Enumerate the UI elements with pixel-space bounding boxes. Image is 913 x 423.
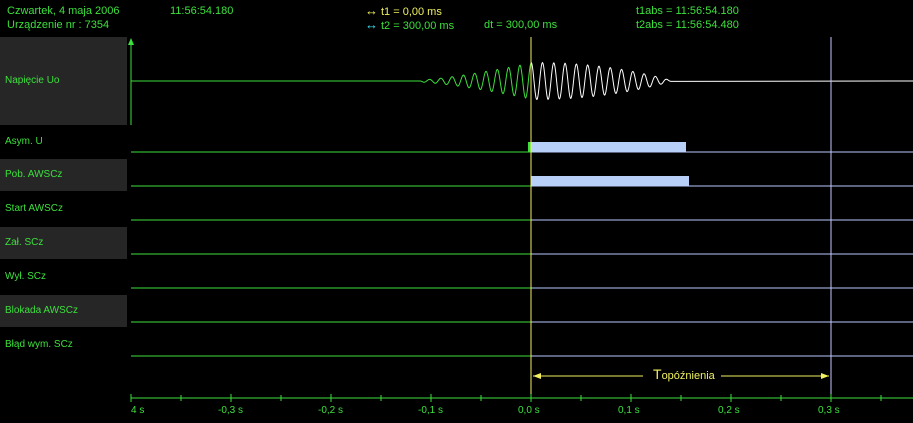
y-axis-arrow-icon	[128, 38, 134, 45]
tick-label: -0,2 s	[318, 405, 344, 416]
tick-label: 0,2 s	[718, 405, 740, 416]
voltage-trace-after-trigger	[530, 61, 913, 101]
tick-label: 0,1 s	[618, 405, 640, 416]
waveform-plot[interactable]	[0, 0, 913, 423]
delay-label-sub: opóźnienia	[661, 370, 715, 382]
channel-active-bar	[531, 142, 686, 152]
delay-label: Topóźnienia	[653, 366, 715, 382]
tick-label: 0,0 s	[518, 405, 540, 416]
arrow-left-icon	[533, 373, 541, 379]
delay-label-main: T	[653, 366, 662, 382]
tick-label: -0,3 s	[218, 405, 244, 416]
tick-label: 0,3 s	[818, 405, 840, 416]
voltage-trace-before-trigger	[131, 62, 532, 99]
channel-active-bar	[531, 176, 689, 186]
arrow-right-icon	[821, 373, 829, 379]
tick-label: -0,1 s	[418, 405, 444, 416]
tick-label: 4 s	[131, 405, 145, 416]
